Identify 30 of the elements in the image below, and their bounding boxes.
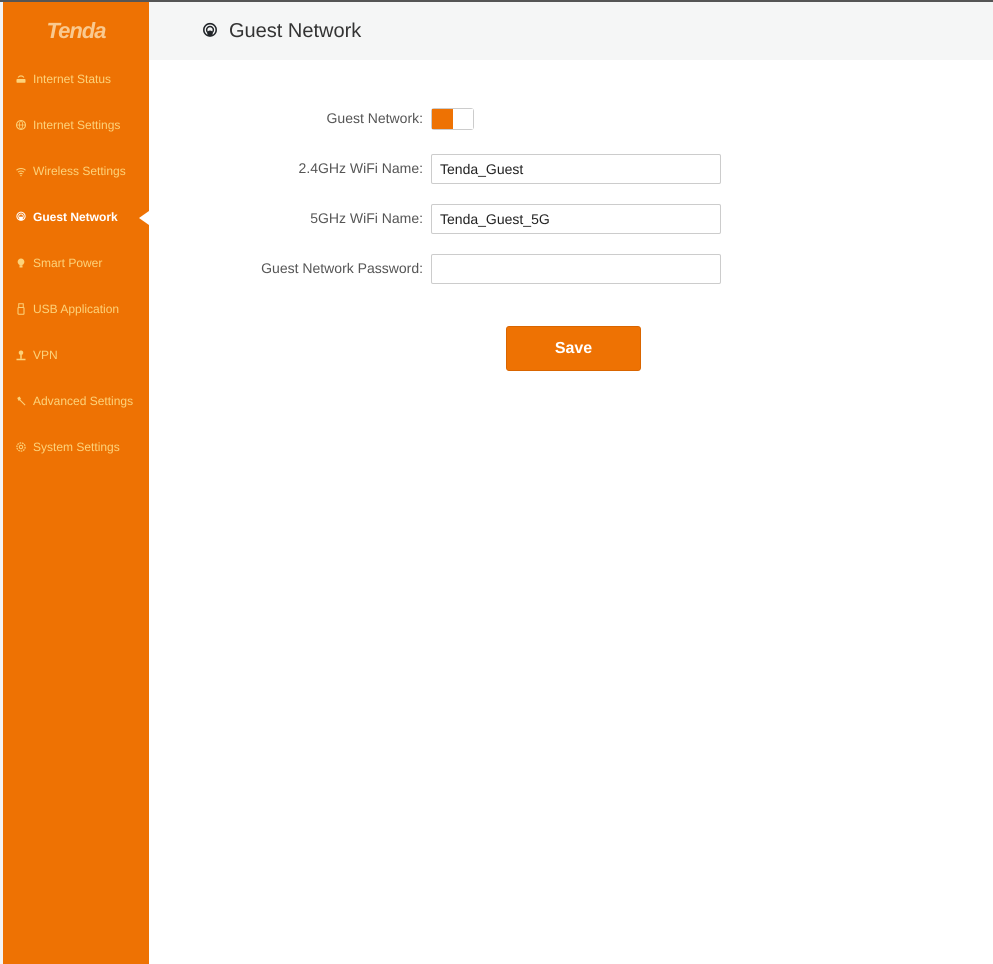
toggle-switch[interactable] [431,108,474,130]
input-field[interactable]: Tenda_Guest_5G [431,204,721,234]
input-field[interactable] [431,254,721,284]
wifi-icon [15,165,27,177]
sidebar-item[interactable]: Internet Status [3,56,149,102]
field-label: Guest Network Password: [260,259,423,278]
router-icon [15,73,27,85]
sidebar-item[interactable]: Smart Power [3,240,149,286]
sidebar-item[interactable]: USB Application [3,286,149,332]
save-button[interactable]: Save [506,326,641,371]
gear-icon [15,441,27,453]
sidebar-item[interactable]: Internet Settings [3,102,149,148]
person-icon [15,349,27,361]
sidebar-item[interactable]: System Settings [3,424,149,470]
hotspot-icon [201,22,219,40]
input-field[interactable]: Tenda_Guest [431,154,721,184]
field-label: 2.4GHz WiFi Name: [298,159,423,178]
bulb-icon [15,257,27,269]
hotspot-icon [15,211,27,223]
field-label: Guest Network: [326,109,423,128]
sidebar-item[interactable]: VPN [3,332,149,378]
field-label: 5GHz WiFi Name: [309,209,423,228]
globe-icon [15,119,27,131]
sidebar-item[interactable]: Advanced Settings [3,378,149,424]
wrench-icon [15,395,27,407]
page-title: Guest Network [229,19,362,43]
sidebar-item[interactable]: Guest Network [3,194,149,240]
sidebar-item[interactable]: Wireless Settings [3,148,149,194]
usb-icon [15,303,27,315]
logo: Tenda [46,17,106,45]
